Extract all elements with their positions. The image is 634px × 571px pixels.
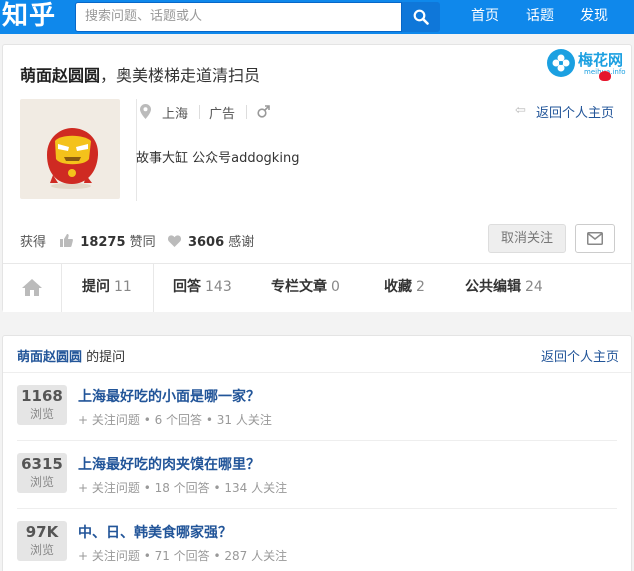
tab-home[interactable] [3,264,62,312]
question-meta: + 关注问题 • 6 个回答 • 31 人关注 [78,413,272,427]
back-to-profile-link[interactable]: 返回个人主页 [536,102,614,121]
profile-stats: 获得 18275 赞同 3606 感谢 [20,231,254,250]
thumbs-up-icon [60,234,74,247]
follow-question-link[interactable]: + 关注问题 [78,549,140,563]
view-label: 浏览 [29,407,54,421]
question-item: 97K 浏览 中、日、韩美食哪家强？ + 关注问题 • 71 个回答 • 287… [3,509,631,571]
questions-title: 萌面赵圆圆 的提问 [17,346,125,365]
question-title-link[interactable]: 上海最好吃的小面是哪一家？ [78,386,260,406]
follower-count-link[interactable]: 31 人关注 [217,413,272,427]
profile-industry[interactable]: 广告 [209,103,235,122]
tab-label: 专栏文章 [271,279,327,295]
profile-description: 故事大缸 公众号addogking [136,151,300,166]
unfollow-button[interactable]: 取消关注 [488,224,566,253]
separator [246,105,247,119]
meihua-logo-icon [547,49,575,77]
search-placeholder: 搜索问题、话题或人 [85,9,203,24]
tab-articles[interactable]: 专栏文章 0 [271,264,340,312]
nav-home[interactable]: 首页 [471,0,499,34]
view-count: 97K [25,523,59,541]
male-icon [257,105,270,118]
question-title-link[interactable]: 上海最好吃的肉夹馍在哪里？ [78,454,260,474]
question-item: 6315 浏览 上海最好吃的肉夹馍在哪里？ + 关注问题 • 18 个回答 • … [3,441,631,509]
location-icon [140,104,151,119]
upvote-label: 赞同 [129,235,156,250]
answer-count-link[interactable]: 18 个回答 [155,481,210,495]
question-meta: + 关注问题 • 71 个回答 • 287 人关注 [78,549,288,563]
tab-public-edits[interactable]: 公共编辑 24 [465,264,543,312]
profile-location[interactable]: 上海 [162,103,188,122]
nav-topics[interactable]: 话题 [526,0,554,34]
follower-count-link[interactable]: 134 人关注 [224,481,287,495]
question-item: 1168 浏览 上海最好吃的小面是哪一家？ + 关注问题 • 6 个回答 • 3… [3,373,631,441]
thanks-count: 3606 [187,235,225,250]
zhihu-logo[interactable]: 知乎 [2,0,56,34]
search-button[interactable] [402,2,440,32]
tab-label: 公共编辑 [465,279,521,295]
follow-question-link[interactable]: + 关注问题 [78,413,140,427]
search-icon [413,9,429,25]
heart-icon [167,235,181,247]
tab-count: 143 [205,279,232,295]
tab-questions[interactable]: 提问 11 [62,264,154,312]
tab-count: 24 [525,279,543,295]
answer-count-link[interactable]: 6 个回答 [155,413,202,427]
follower-count-link[interactable]: 287 人关注 [224,549,287,563]
view-count-badge: 1168 浏览 [17,385,67,425]
view-count-badge: 6315 浏览 [17,453,67,493]
upvote-count: 18275 [80,235,126,250]
avatar[interactable] [20,99,120,199]
message-button[interactable] [575,224,615,253]
profile-card: 萌面赵圆圆，奥美楼梯走道清扫员 梅花网 meihua.info [2,44,632,312]
profile-tabs: 提问 11 回答 143 专栏文章 0 收藏 2 公共编辑 24 [3,263,631,312]
back-to-profile-link[interactable]: 返回个人主页 [541,346,619,365]
thanks-label: 感谢 [228,235,255,250]
weibo-icon [599,71,611,81]
separator [199,105,200,119]
profile-headline: 萌面赵圆圆，奥美楼梯走道清扫员 [20,62,260,86]
view-label: 浏览 [29,543,54,557]
view-count-badge: 97K 浏览 [17,521,67,561]
questions-title-suffix: 的提问 [82,350,126,365]
home-icon [22,279,42,296]
follow-question-link[interactable]: + 关注问题 [78,481,140,495]
tab-label: 提问 [82,279,110,295]
tab-label: 收藏 [384,279,412,295]
question-title-link[interactable]: 中、日、韩美食哪家强？ [78,522,232,542]
view-count: 1168 [21,387,63,405]
profile-name: 萌面赵圆圆 [20,66,101,85]
view-label: 浏览 [29,475,54,489]
mail-icon [587,232,603,245]
stats-prefix: 获得 [20,235,47,250]
answer-count-link[interactable]: 71 个回答 [155,549,210,563]
profile-bio: ，奥美楼梯走道清扫员 [100,66,261,85]
questions-header: 萌面赵圆圆 的提问 返回个人主页 [3,336,631,373]
search-input[interactable]: 搜索问题、话题或人 [75,2,402,32]
tab-count: 2 [416,279,425,295]
watermark-text: 梅花网 [578,51,624,69]
questions-card: 萌面赵圆圆 的提问 返回个人主页 1168 浏览 上海最好吃的小面是哪一家？ +… [2,335,632,571]
top-navbar: 知乎 搜索问题、话题或人 首页 话题 发现 [0,0,634,34]
tab-count: 0 [331,279,340,295]
view-count: 6315 [21,455,63,473]
back-arrow-icon: ⇦ [515,103,526,118]
question-meta: + 关注问题 • 18 个回答 • 134 人关注 [78,481,288,495]
tab-collections[interactable]: 收藏 2 [384,264,425,312]
tab-count: 11 [114,279,132,295]
tab-answers[interactable]: 回答 143 [173,264,232,312]
tab-label: 回答 [173,279,201,295]
meihua-watermark: 梅花网 meihua.info [547,47,629,81]
nav-explore[interactable]: 发现 [580,0,608,34]
owner-name-link[interactable]: 萌面赵圆圆 [17,350,82,365]
